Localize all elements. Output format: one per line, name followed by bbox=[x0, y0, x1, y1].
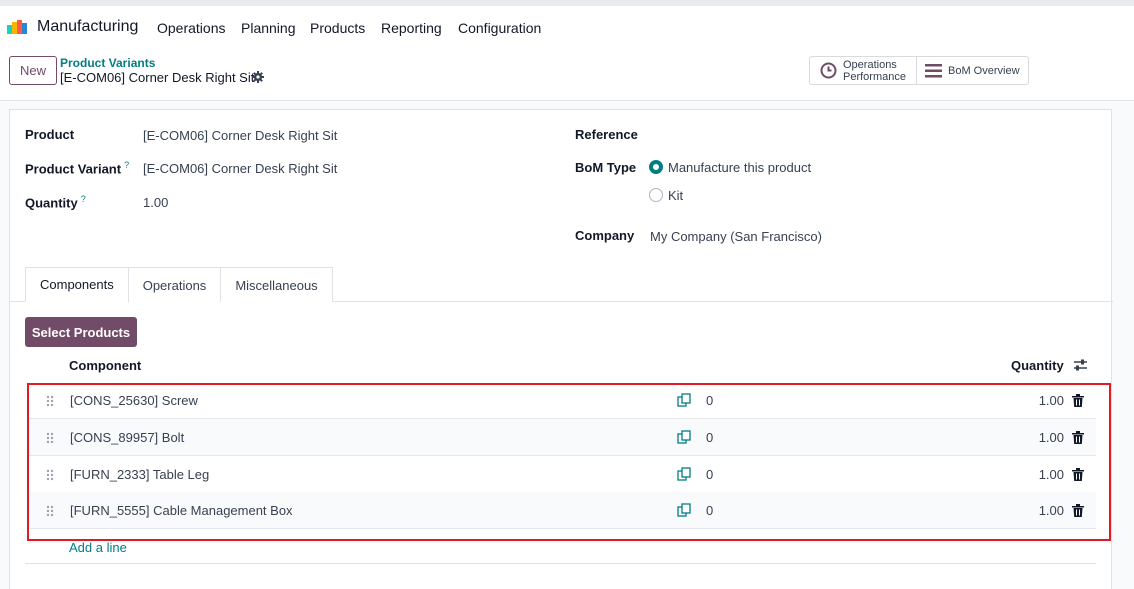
operations-performance-button[interactable]: Operations Performance bbox=[810, 57, 917, 84]
drag-handle-icon[interactable] bbox=[46, 432, 54, 444]
operations-performance-line1: Operations bbox=[843, 58, 897, 71]
menu-configuration[interactable]: Configuration bbox=[458, 20, 541, 36]
form-sheet: Product [E-COM06] Corner Desk Right Sit … bbox=[9, 109, 1113, 589]
clock-icon bbox=[820, 62, 837, 79]
table-row[interactable]: [FURN_2333] Table Leg 0 1.00 bbox=[28, 456, 1096, 493]
forecast-icon[interactable] bbox=[677, 503, 691, 517]
drag-handle-icon[interactable] bbox=[46, 505, 54, 517]
menu-reporting[interactable]: Reporting bbox=[381, 20, 442, 36]
radio-kit-label[interactable]: Kit bbox=[668, 188, 683, 203]
radio-manufacture-label[interactable]: Manufacture this product bbox=[668, 160, 811, 175]
product-field[interactable]: [E-COM06] Corner Desk Right Sit bbox=[143, 128, 337, 143]
breadcrumb-product-variants[interactable]: Product Variants bbox=[60, 56, 155, 70]
forecast-icon[interactable] bbox=[677, 430, 691, 444]
menu-products[interactable]: Products bbox=[310, 20, 365, 36]
component-availability: 0 bbox=[706, 430, 714, 445]
trash-icon[interactable] bbox=[1072, 431, 1084, 444]
tab-components[interactable]: Components bbox=[25, 267, 129, 302]
quantity-field[interactable]: 1.00 bbox=[143, 195, 168, 210]
table-row[interactable]: [CONS_25630] Screw 0 1.00 bbox=[28, 382, 1096, 419]
trash-icon[interactable] bbox=[1072, 504, 1084, 517]
column-header-quantity[interactable]: Quantity bbox=[1011, 358, 1064, 373]
table-bottom-divider bbox=[25, 563, 1096, 564]
component-quantity[interactable]: 1.00 bbox=[1039, 503, 1064, 518]
component-name[interactable]: [FURN_5555] Cable Management Box bbox=[70, 503, 293, 518]
component-name[interactable]: [FURN_2333] Table Leg bbox=[70, 467, 209, 482]
bom-type-label: BoM Type bbox=[575, 160, 637, 175]
record-title: [E-COM06] Corner Desk Right Sit bbox=[60, 70, 255, 85]
company-field[interactable]: My Company (San Francisco) bbox=[650, 229, 822, 244]
help-tooltip-icon[interactable]: ? bbox=[81, 194, 86, 204]
drag-handle-icon[interactable] bbox=[46, 469, 54, 481]
component-quantity[interactable]: 1.00 bbox=[1039, 393, 1064, 408]
help-tooltip-icon[interactable]: ? bbox=[124, 160, 129, 170]
control-panel: New Product Variants [E-COM06] Corner De… bbox=[0, 47, 1134, 101]
component-quantity[interactable]: 1.00 bbox=[1039, 430, 1064, 445]
column-header-component[interactable]: Component bbox=[69, 358, 141, 373]
radio-kit[interactable] bbox=[649, 188, 663, 202]
tab-operations[interactable]: Operations bbox=[127, 267, 222, 302]
drag-handle-icon[interactable] bbox=[46, 395, 54, 407]
operations-performance-line2: Performance bbox=[843, 70, 906, 83]
column-settings-icon[interactable] bbox=[1074, 359, 1087, 371]
trash-icon[interactable] bbox=[1072, 468, 1084, 481]
product-label: Product bbox=[25, 127, 75, 142]
product-variant-field[interactable]: [E-COM06] Corner Desk Right Sit bbox=[143, 161, 337, 176]
component-availability: 0 bbox=[706, 393, 714, 408]
forecast-icon[interactable] bbox=[677, 393, 691, 407]
component-availability: 0 bbox=[706, 503, 714, 518]
company-label: Company bbox=[575, 228, 635, 243]
component-name[interactable]: [CONS_25630] Screw bbox=[70, 393, 198, 408]
table-row[interactable]: [FURN_5555] Cable Management Box 0 1.00 bbox=[28, 492, 1096, 529]
component-quantity[interactable]: 1.00 bbox=[1039, 467, 1064, 482]
manufacturing-app-icon[interactable] bbox=[7, 20, 31, 34]
select-products-button[interactable]: Select Products bbox=[25, 317, 137, 347]
add-line-link[interactable]: Add a line bbox=[69, 540, 127, 555]
product-variant-label: Product Variant? bbox=[25, 160, 130, 177]
menu-operations[interactable]: Operations bbox=[157, 20, 225, 36]
menu-planning[interactable]: Planning bbox=[241, 20, 296, 36]
app-name[interactable]: Manufacturing bbox=[37, 18, 138, 36]
forecast-icon[interactable] bbox=[677, 467, 691, 481]
bom-overview-label: BoM Overview bbox=[948, 64, 1020, 77]
new-button[interactable]: New bbox=[9, 56, 57, 85]
reference-label: Reference bbox=[575, 127, 638, 142]
radio-manufacture[interactable] bbox=[649, 160, 663, 174]
component-availability: 0 bbox=[706, 467, 714, 482]
quantity-label: Quantity? bbox=[25, 194, 86, 211]
trash-icon[interactable] bbox=[1072, 394, 1084, 407]
tab-miscellaneous[interactable]: Miscellaneous bbox=[220, 267, 333, 302]
component-name[interactable]: [CONS_89957] Bolt bbox=[70, 430, 184, 445]
table-row[interactable]: [CONS_89957] Bolt 0 1.00 bbox=[28, 419, 1096, 456]
notebook-tabs: Components Operations Miscellaneous bbox=[25, 267, 333, 302]
bars-icon bbox=[925, 63, 942, 77]
bom-overview-button[interactable]: BoM Overview bbox=[917, 57, 1028, 84]
gear-icon[interactable] bbox=[252, 71, 264, 83]
stat-buttons: Operations Performance BoM Overview bbox=[809, 56, 1029, 85]
top-navbar: Manufacturing Operations Planning Produc… bbox=[0, 6, 1134, 47]
